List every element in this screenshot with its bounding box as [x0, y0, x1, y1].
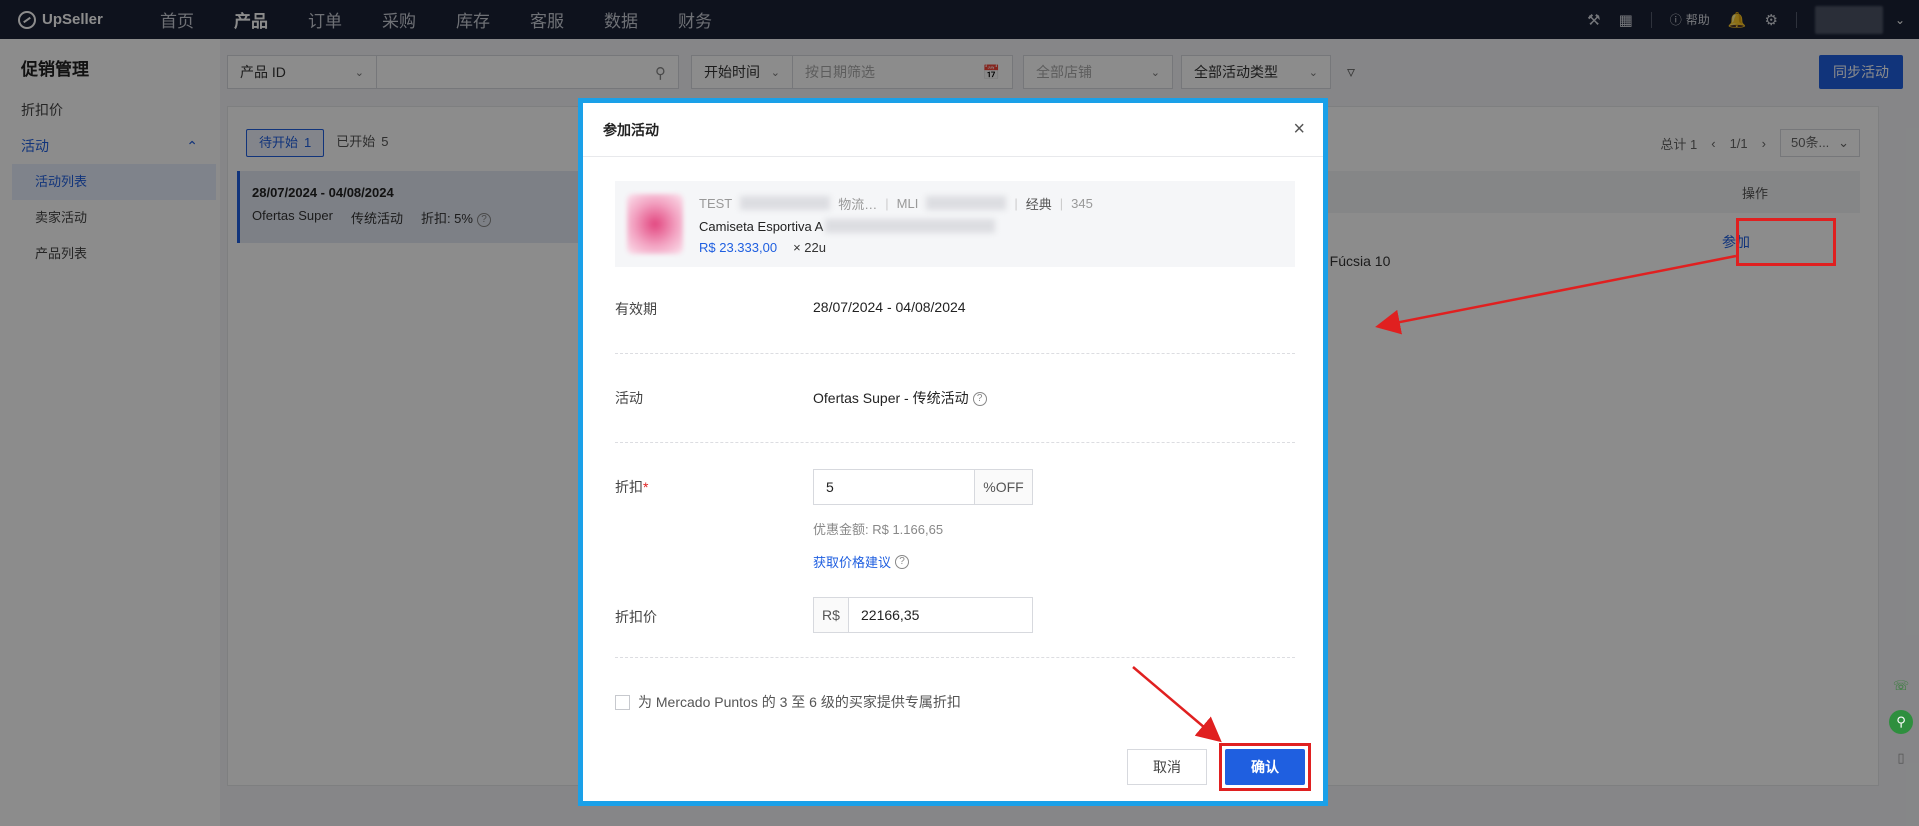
dialog-title: 参加活动 [603, 121, 659, 138]
product-title-line: Camiseta Esportiva A [699, 219, 1093, 234]
product-code: 345 [1071, 195, 1093, 211]
dialog-header: 参加活动 × [583, 103, 1323, 157]
product-sku: TEST [699, 195, 733, 211]
product-name: Camiseta Esportiva A [699, 218, 824, 234]
product-meta: TEST 物流… | MLI | 经典 | 345 [699, 194, 1093, 213]
activity-row: 活动 Ofertas Super - 传统活动? [615, 354, 1295, 443]
confirm-highlight-box: 确认 [1219, 743, 1311, 791]
dialog-footer: 取消 确认 [1127, 743, 1311, 791]
confirm-button[interactable]: 确认 [1225, 749, 1305, 785]
product-logistics: 物流… [838, 196, 878, 212]
discount-label: 折扣 [615, 479, 643, 495]
required-mark: * [643, 479, 649, 495]
cancel-button[interactable]: 取消 [1127, 749, 1207, 785]
activity-value-wrap: Ofertas Super - 传统活动? [813, 388, 987, 408]
redacted-block [926, 196, 1007, 210]
redacted-block [740, 196, 831, 210]
product-price-line: R$ 23.333,00 × 22u [699, 240, 1093, 255]
activity-value: Ofertas Super - 传统活动 [813, 390, 969, 406]
help-icon[interactable]: ? [895, 554, 910, 569]
discount-price-input[interactable]: 22166,35 [849, 597, 1033, 633]
product-thumbnail [627, 194, 683, 254]
mercado-puntos-checkbox[interactable] [615, 694, 630, 710]
redacted-block [825, 219, 996, 233]
price-suggestion-link[interactable]: 获取价格建议? [813, 552, 1033, 571]
mercado-puntos-option[interactable]: 为 Mercado Puntos 的 3 至 6 级的买家提供专属折扣 [615, 692, 1323, 712]
validity-value: 28/07/2024 - 04/08/2024 [813, 299, 966, 315]
discount-field-group: 5 %OFF 优惠金额: R$ 1.166,65 获取价格建议? [813, 469, 1033, 571]
discount-row: 折扣* 5 %OFF 优惠金额: R$ 1.166,65 获取价格建议? [615, 443, 1295, 591]
mobile-icon[interactable]: ▯ [1889, 746, 1913, 770]
discount-input[interactable]: 5 [813, 469, 975, 505]
validity-label: 有效期 [615, 301, 657, 317]
product-qty: × 22u [793, 239, 826, 255]
product-card: TEST 物流… | MLI | 经典 | 345 Camiseta Esport… [615, 181, 1295, 267]
join-highlight-box [1736, 218, 1836, 266]
search-icon[interactable]: ⚲ [1889, 710, 1913, 734]
help-icon[interactable]: ? [972, 392, 987, 407]
discount-price-label: 折扣价 [615, 609, 657, 625]
discount-label-wrap: 折扣* [615, 469, 813, 497]
validity-row: 有效期 28/07/2024 - 04/08/2024 [615, 267, 1295, 354]
savings-amount: 优惠金额: R$ 1.166,65 [813, 522, 944, 537]
activity-label: 活动 [615, 390, 643, 406]
mercado-puntos-label: 为 Mercado Puntos 的 3 至 6 级的买家提供专属折扣 [638, 694, 961, 710]
floating-tools: ☏ ⚲ ▯ [1889, 674, 1913, 770]
divider: | [1014, 195, 1018, 211]
price-suggestion-label: 获取价格建议 [813, 555, 892, 570]
product-mli: MLI [896, 195, 919, 211]
join-activity-dialog: 参加活动 × TEST 物流… | MLI | 经典 | 345 Camiseta… [578, 98, 1328, 806]
discount-price-row: 折扣价 R$ 22166,35 [615, 591, 1295, 658]
divider: | [1059, 195, 1064, 211]
product-price: R$ 23.333,00 [699, 239, 778, 255]
divider: | [885, 195, 889, 211]
listing-type: 经典 [1025, 196, 1052, 212]
currency-prefix: R$ [813, 597, 849, 633]
discount-input-group: 5 %OFF [813, 469, 1033, 505]
headset-icon[interactable]: ☏ [1889, 674, 1913, 698]
close-icon[interactable]: × [1293, 118, 1305, 141]
product-info: TEST 物流… | MLI | 经典 | 345 Camiseta Esport… [699, 194, 1093, 255]
discount-price-group: R$ 22166,35 [813, 597, 1033, 633]
discount-suffix: %OFF [975, 469, 1033, 505]
